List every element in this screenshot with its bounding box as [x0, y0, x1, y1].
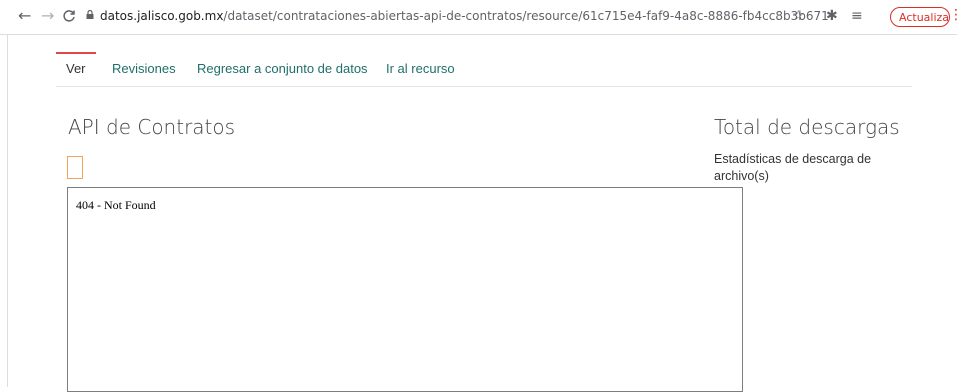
url-host: datos.jalisco.gob.mx	[100, 9, 224, 23]
downloads-title: Total de descargas	[714, 115, 900, 139]
puzzle-icon[interactable]: ✱	[826, 8, 838, 24]
tab-ir-al-recurso[interactable]: Ir al recurso	[386, 52, 455, 85]
embed-placeholder	[67, 156, 83, 179]
tab-regresar-conjunto[interactable]: Regresar a conjunto de datos	[197, 52, 368, 85]
resource-preview-frame[interactable]: 404 - Not Found	[67, 187, 743, 392]
reading-list-icon[interactable]: ≡	[851, 8, 863, 24]
preview-error-text: 404 - Not Found	[76, 198, 156, 212]
page-title: API de Contratos	[68, 115, 236, 139]
forward-icon[interactable]: →	[41, 6, 54, 26]
star-icon[interactable]: ☆	[792, 8, 805, 24]
url-path: /dataset/contrataciones-abiertas-api-de-…	[223, 9, 829, 23]
address-bar[interactable]: datos.jalisco.gob.mx/dataset/contratacio…	[100, 9, 829, 23]
downloads-subtitle: Estadísticas de descarga de archivo(s)	[714, 152, 872, 183]
update-button[interactable]: Actualizar	[890, 7, 950, 27]
lock-icon[interactable]	[86, 10, 94, 19]
back-icon[interactable]: ←	[18, 6, 31, 26]
reload-icon[interactable]	[62, 9, 76, 23]
menu-icon[interactable]: ⋮	[949, 7, 957, 23]
tab-revisiones[interactable]: Revisiones	[112, 52, 176, 85]
resource-tabs: Ver Revisiones Regresar a conjunto de da…	[56, 52, 912, 87]
page-left-border	[7, 34, 8, 387]
browser-toolbar: ← → datos.jalisco.gob.mx/dataset/contrat…	[0, 0, 957, 35]
tab-ver[interactable]: Ver	[56, 52, 96, 85]
